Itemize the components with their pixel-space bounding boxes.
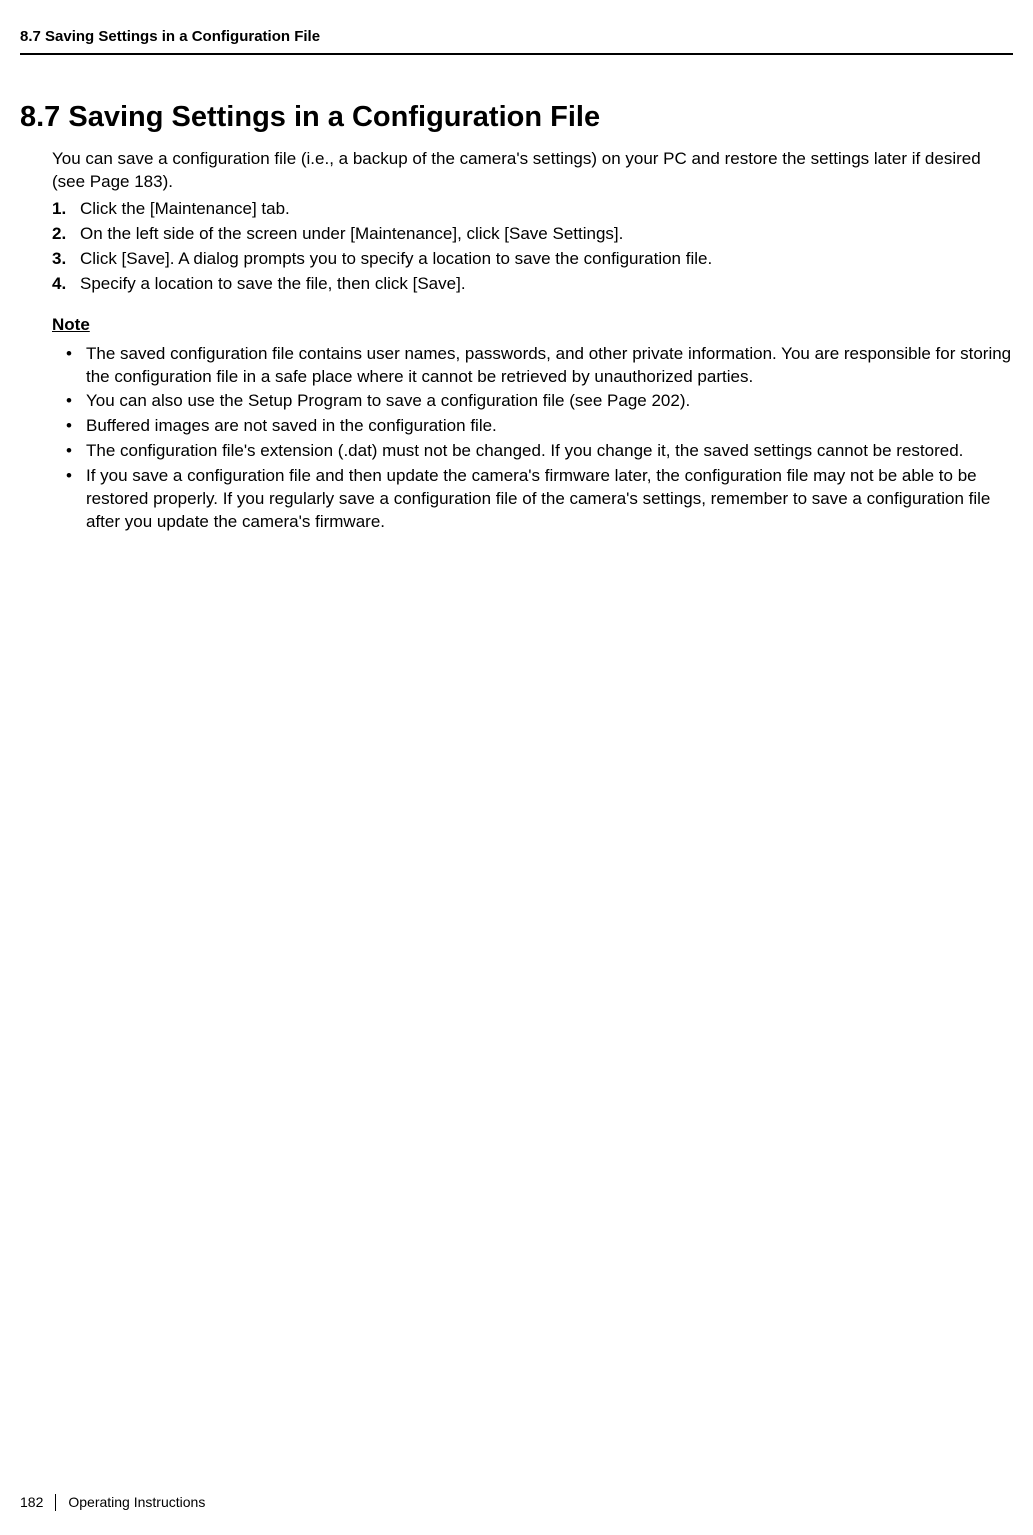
note-item: Buffered images are not saved in the con…: [52, 415, 1013, 438]
notes-list: The saved configuration file contains us…: [52, 343, 1013, 535]
running-header: 8.7 Saving Settings in a Configuration F…: [20, 28, 1013, 45]
intro-paragraph: You can save a configuration file (i.e.,…: [52, 148, 1013, 194]
page-number: 182: [20, 1494, 56, 1511]
note-item: The saved configuration file contains us…: [52, 343, 1013, 389]
steps-list: Click the [Maintenance] tab. On the left…: [52, 198, 1013, 296]
step-item: On the left side of the screen under [Ma…: [52, 223, 1013, 246]
page: 8.7 Saving Settings in a Configuration F…: [0, 0, 1033, 1535]
note-item: The configuration file's extension (.dat…: [52, 440, 1013, 463]
step-item: Specify a location to save the file, the…: [52, 273, 1013, 296]
note-item: If you save a configuration file and the…: [52, 465, 1013, 534]
footer-title: Operating Instructions: [68, 1494, 205, 1510]
step-item: Click [Save]. A dialog prompts you to sp…: [52, 248, 1013, 271]
note-heading: Note: [52, 314, 1013, 337]
section-title: 8.7 Saving Settings in a Configuration F…: [20, 101, 1013, 134]
step-item: Click the [Maintenance] tab.: [52, 198, 1013, 221]
header-rule: [20, 53, 1013, 55]
page-footer: 182 Operating Instructions: [20, 1494, 205, 1511]
body-block: You can save a configuration file (i.e.,…: [20, 148, 1013, 534]
note-item: You can also use the Setup Program to sa…: [52, 390, 1013, 413]
